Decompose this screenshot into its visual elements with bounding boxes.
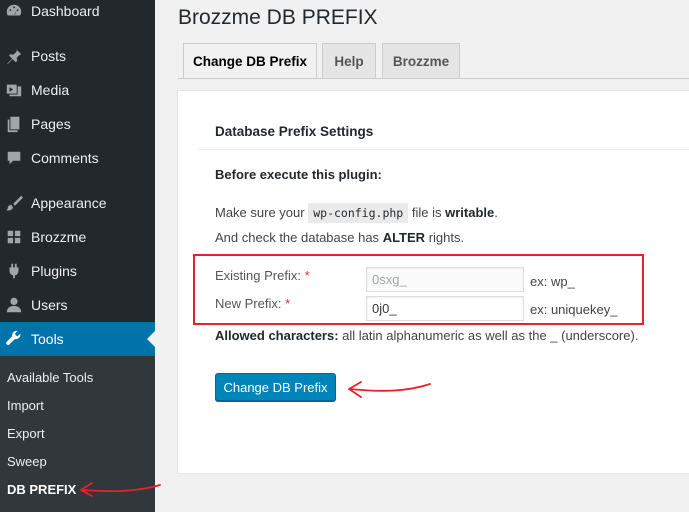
page-title: Brozzme DB PREFIX <box>178 6 378 29</box>
menu-label-dashboard: Dashboard <box>31 3 100 19</box>
allowed-label: Allowed characters: <box>215 328 339 343</box>
menu-item-dashboard[interactable]: Dashboard <box>0 0 155 28</box>
menu-label-tools: Tools <box>31 331 64 347</box>
menu-item-plugins[interactable]: Plugins <box>0 254 155 288</box>
menu-item-pages[interactable]: Pages <box>0 107 155 141</box>
allowed-characters-note: Allowed characters: all latin alphanumer… <box>215 328 638 343</box>
pages-icon <box>5 115 23 133</box>
file-is-text: file is <box>411 205 442 220</box>
menu-label-appearance: Appearance <box>31 195 107 211</box>
pin-icon <box>5 47 23 65</box>
allowed-text: all latin alphanumeric as well as the _ … <box>342 328 639 343</box>
menu-item-comments[interactable]: Comments <box>0 141 155 175</box>
menu-label-users: Users <box>31 297 68 313</box>
paintbrush-icon <box>5 194 23 212</box>
menu-label-brozzme: Brozzme <box>31 229 87 245</box>
user-icon <box>5 296 23 314</box>
wrench-icon <box>5 330 23 348</box>
menu-item-appearance[interactable]: Appearance <box>0 186 155 220</box>
annotation-arrow-db-prefix <box>80 482 161 497</box>
menu-label-comments: Comments <box>31 150 99 166</box>
menu-label-media: Media <box>31 82 70 98</box>
menu-label-pages: Pages <box>31 116 71 132</box>
tab-brozzme[interactable]: Brozzme <box>382 43 460 78</box>
menu-label-posts: Posts <box>31 48 67 64</box>
menu-item-brozzme[interactable]: Brozzme <box>0 220 155 254</box>
submenu-db-prefix[interactable]: DB PREFIX <box>7 482 76 497</box>
comment-icon <box>5 149 23 167</box>
menu-item-tools[interactable]: Tools <box>0 322 155 356</box>
alter-text: ALTER <box>382 230 426 245</box>
menu-label-plugins: Plugins <box>31 263 77 279</box>
plug-icon <box>5 262 23 280</box>
writable-text: writable <box>445 205 495 220</box>
alter-notice: And check the database has ALTER rights. <box>215 230 464 245</box>
config-file-code: wp-config.php <box>308 203 409 223</box>
make-sure-text: Make sure your <box>215 205 305 220</box>
tab-divider <box>178 78 689 79</box>
annotation-highlight-box <box>193 254 644 325</box>
annotation-arrow-button <box>348 381 431 398</box>
rights-text: rights. <box>428 230 465 245</box>
period-text: . <box>494 205 498 220</box>
change-db-prefix-button[interactable]: Change DB Prefix <box>215 373 336 401</box>
submenu-available-tools[interactable]: Available Tools <box>7 370 93 385</box>
grid-icon <box>5 228 23 246</box>
media-icon <box>5 81 23 99</box>
section-divider <box>198 149 689 150</box>
admin-sidebar: Dashboard Posts Media Pages Comments App… <box>0 0 155 512</box>
section-title: Database Prefix Settings <box>215 124 374 139</box>
menu-item-users[interactable]: Users <box>0 288 155 322</box>
submenu-import[interactable]: Import <box>7 398 44 413</box>
menu-item-media[interactable]: Media <box>0 73 155 107</box>
check-db-text: And check the database has <box>215 230 380 245</box>
tab-help[interactable]: Help <box>322 43 376 78</box>
submenu-sweep[interactable]: Sweep <box>7 454 47 469</box>
menu-item-posts[interactable]: Posts <box>0 39 155 73</box>
tab-change-db-prefix[interactable]: Change DB Prefix <box>183 43 317 79</box>
dashboard-icon <box>5 2 23 20</box>
submenu-export[interactable]: Export <box>7 426 45 441</box>
before-heading: Before execute this plugin: <box>215 167 382 182</box>
writable-notice: Make sure your wp-config.php file is wri… <box>215 203 498 223</box>
